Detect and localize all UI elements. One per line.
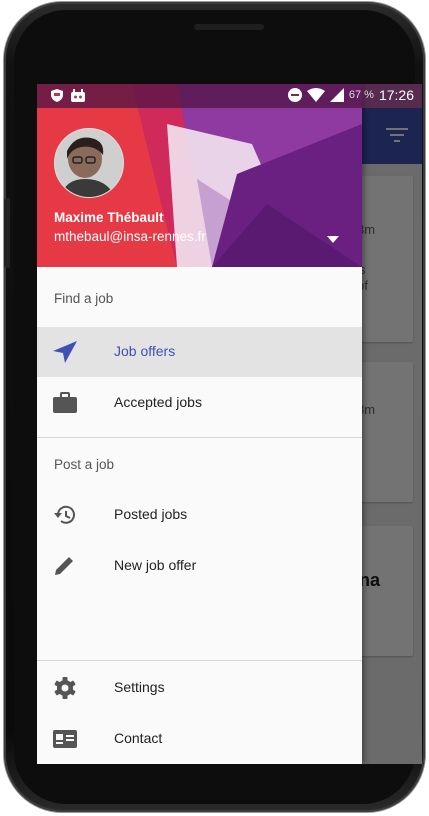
- nav-item-contact[interactable]: Contact: [37, 714, 362, 764]
- history-icon: [54, 505, 75, 524]
- drawer-header: Maxime Thébault mthebaul@insa-rennes.fr: [37, 84, 362, 267]
- pencil-icon: [55, 557, 73, 575]
- signal-icon: [329, 88, 344, 102]
- nav-item-job-offers[interactable]: Job offers: [37, 327, 362, 377]
- nav-item-new-job-offer[interactable]: New job offer: [37, 541, 362, 591]
- status-bar: 67 % 17:26: [37, 84, 422, 108]
- nav-item-posted-jobs[interactable]: Posted jobs: [37, 490, 362, 540]
- shield-notification-icon: [51, 89, 63, 102]
- battery-percent: 67 %: [348, 89, 374, 101]
- nav-item-label: Job offers: [114, 343, 176, 359]
- user-email: mthebaul@insa-rennes.fr: [54, 229, 206, 244]
- divider: [37, 660, 362, 661]
- avatar-photo: [55, 129, 123, 197]
- wifi-icon: [306, 88, 325, 102]
- navigation-drawer: Maxime Thébault mthebaul@insa-rennes.fr …: [37, 84, 362, 764]
- briefcase-icon: [53, 392, 77, 413]
- nav-item-accepted-jobs[interactable]: Accepted jobs: [37, 378, 362, 428]
- nav-item-settings[interactable]: Settings: [37, 663, 362, 713]
- nav-item-label: Accepted jobs: [114, 394, 202, 410]
- account-dropdown-icon[interactable]: [327, 236, 339, 243]
- nav-item-label: New job offer: [114, 557, 197, 573]
- section-find-a-job: Find a job: [54, 291, 114, 306]
- do-not-disturb-icon: [287, 88, 302, 102]
- divider: [37, 437, 362, 438]
- app-notification-icon: [71, 89, 85, 102]
- section-post-a-job: Post a job: [54, 457, 115, 472]
- nav-item-label: Settings: [114, 679, 165, 695]
- gear-icon: [54, 677, 76, 699]
- contact-card-icon: [53, 730, 77, 748]
- device-screen: 3m s of 8m na: [37, 84, 422, 764]
- earpiece-speaker: [194, 24, 264, 30]
- user-name: Maxime Thébault: [54, 210, 164, 225]
- avatar[interactable]: [54, 128, 124, 198]
- power-button: [4, 198, 10, 268]
- clock: 17:26: [378, 87, 414, 103]
- nav-item-label: Contact: [114, 730, 163, 746]
- navigation-arrow-icon: [53, 341, 77, 363]
- nav-item-label: Posted jobs: [114, 506, 188, 522]
